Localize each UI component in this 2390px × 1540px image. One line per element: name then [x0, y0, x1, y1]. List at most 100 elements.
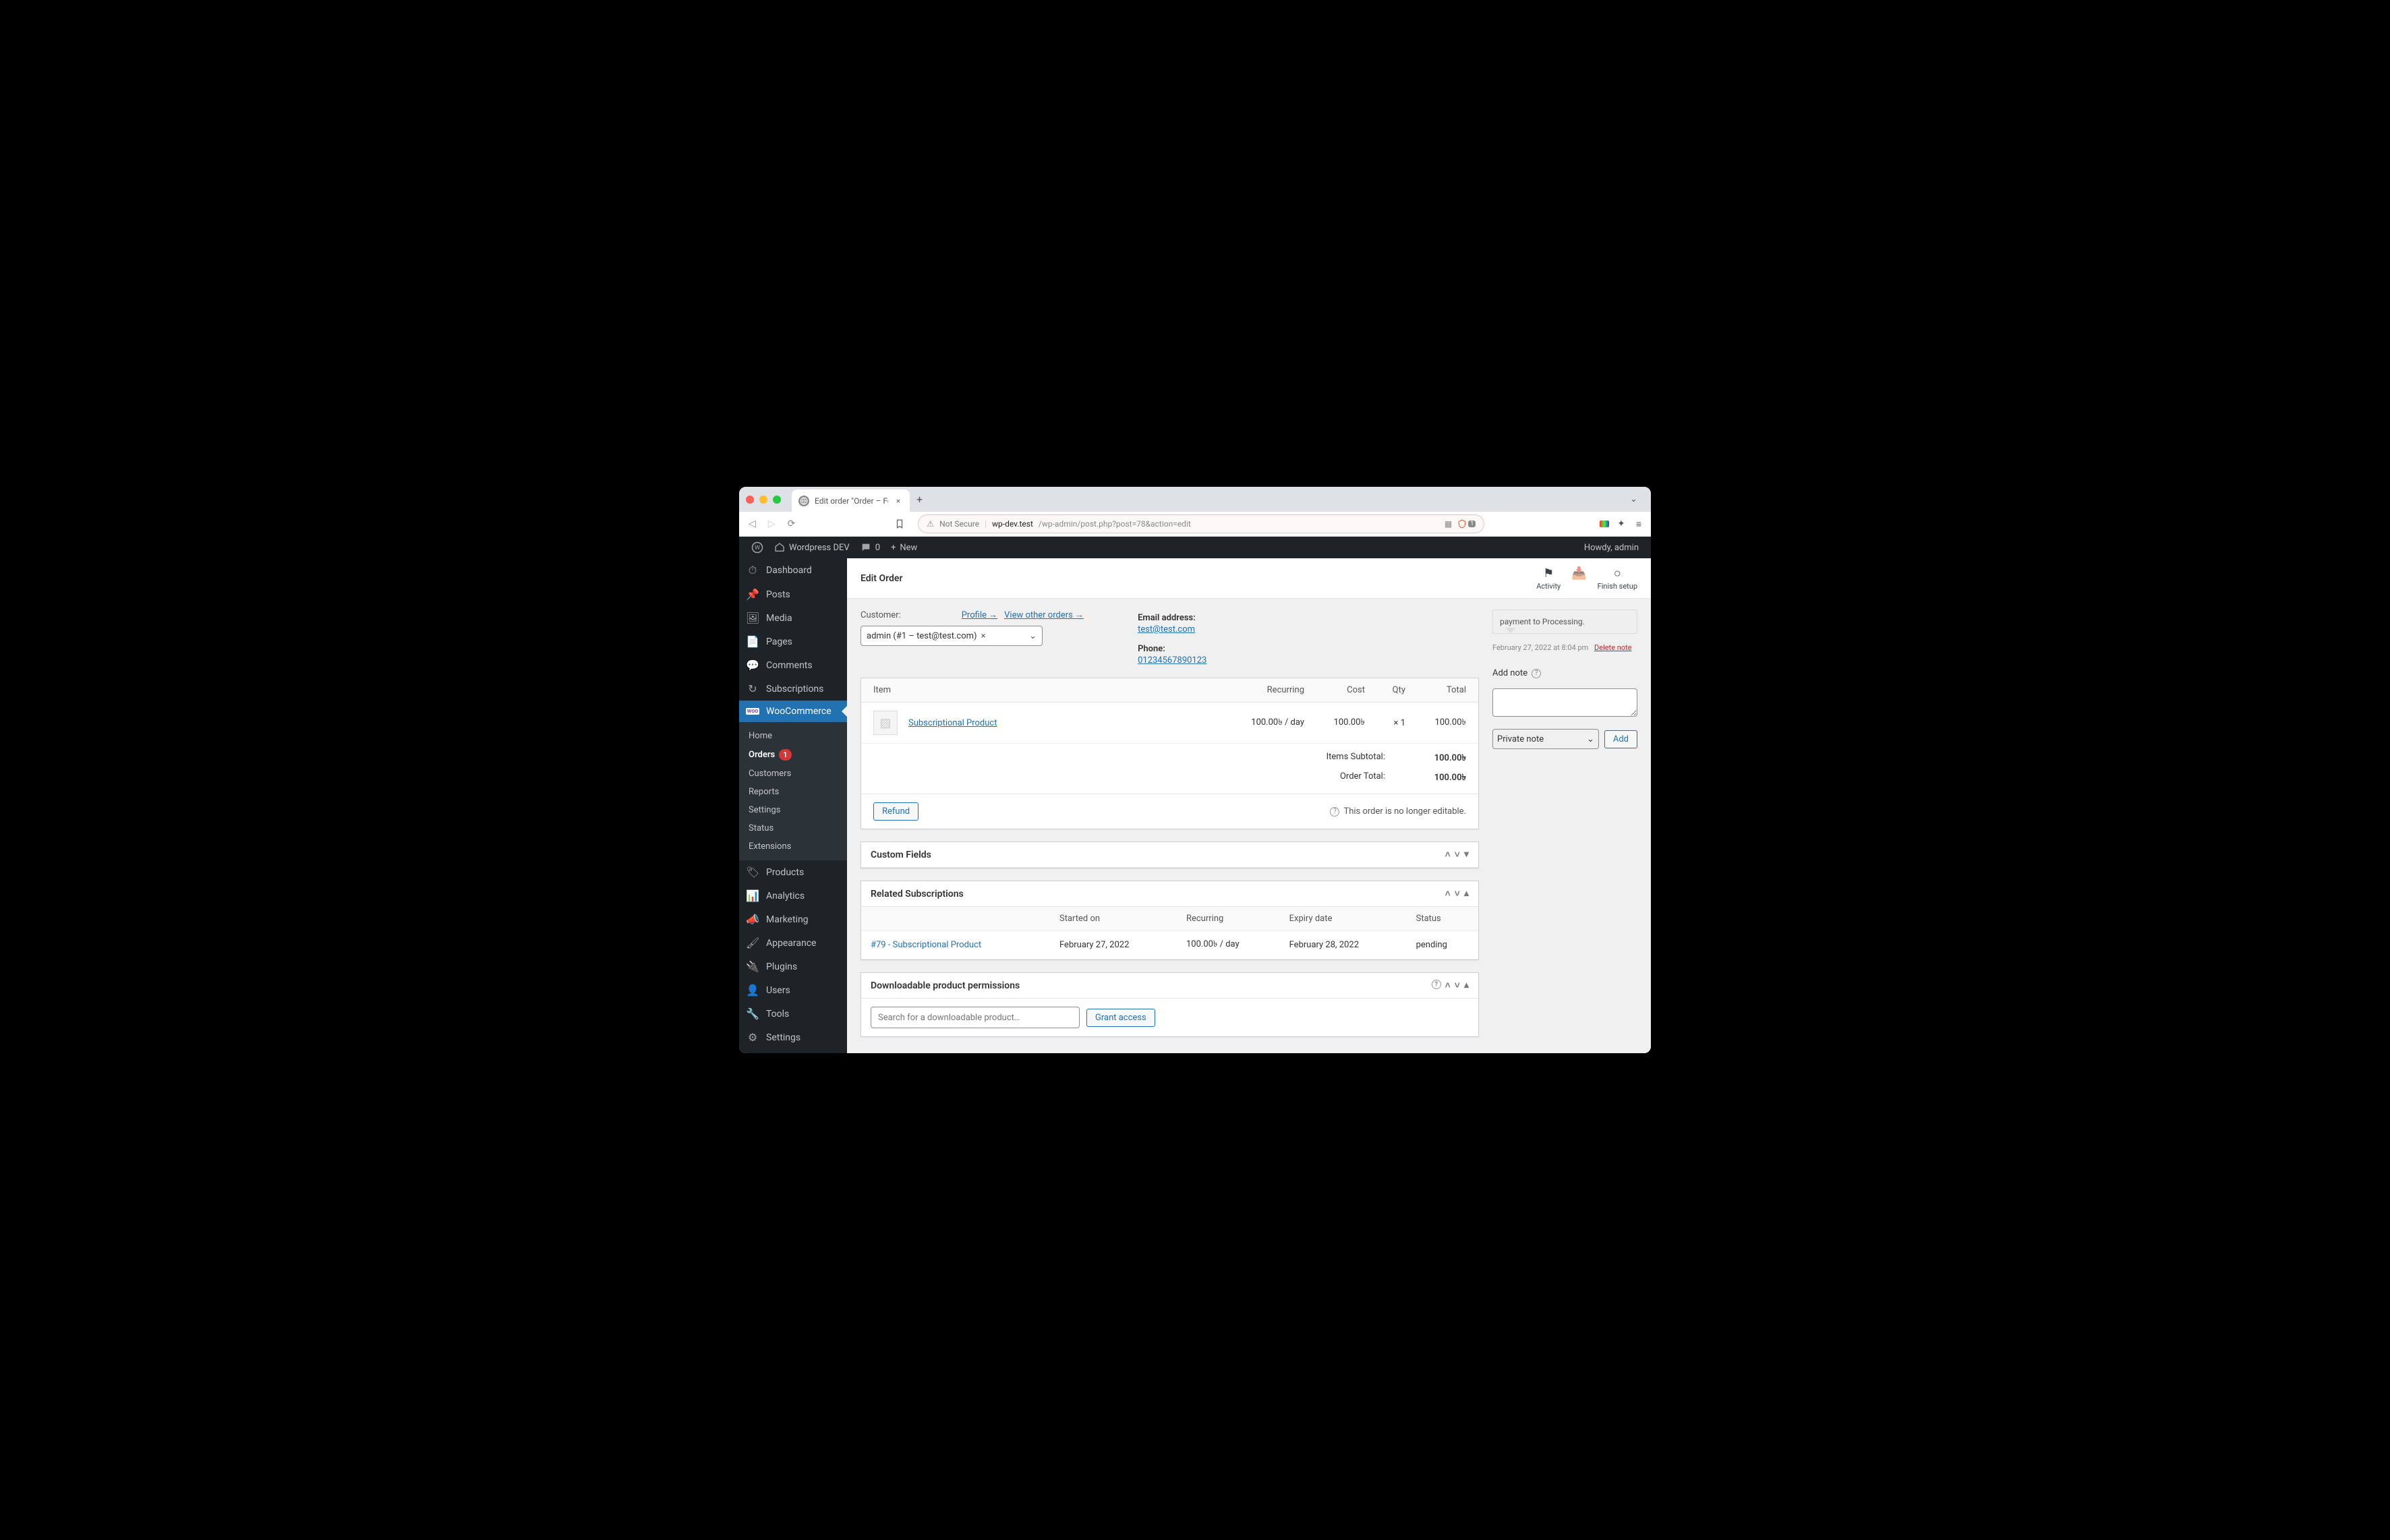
activity-tab[interactable]: ⚑ Activity [1536, 566, 1561, 591]
browser-tab[interactable]: Edit order "Order – February 27 × [792, 490, 910, 512]
finish-setup-tab[interactable]: ○ Finish setup [1598, 566, 1637, 591]
subs-col-status: Status [1407, 907, 1478, 931]
delete-note-link[interactable]: Delete note [1594, 643, 1632, 652]
megaphone-icon: 📣 [746, 913, 759, 926]
panel-toggle-button[interactable]: ▴ [1464, 980, 1469, 991]
note-type-select[interactable]: Private note ⌄ [1492, 729, 1599, 749]
address-bar[interactable]: ⚠ Not Secure | wp-dev.test/wp-admin/post… [918, 514, 1484, 533]
clear-customer-button[interactable]: × [981, 631, 986, 641]
panel-up-button[interactable]: ˄ [1445, 980, 1451, 991]
add-note-label: Add note [1492, 668, 1527, 678]
subtotal-label: Items Subtotal: [1304, 752, 1385, 766]
related-subs-title: Related Subscriptions [871, 889, 964, 899]
back-button[interactable]: ◁ [746, 516, 759, 532]
sidebar-item-products[interactable]: 🏷Products [739, 860, 847, 884]
extension-1-icon[interactable] [1600, 521, 1609, 527]
panel-down-button[interactable]: ˅ [1455, 849, 1460, 860]
sidebar-sub-reports[interactable]: Reports [739, 783, 847, 801]
panel-up-button[interactable]: ˄ [1445, 888, 1451, 899]
sidebar-item-tools[interactable]: 🔧Tools [739, 1002, 847, 1026]
sidebar-item-media[interactable]: 🖼Media [739, 606, 847, 630]
help-icon: ? [1330, 807, 1339, 817]
refund-button[interactable]: Refund [873, 802, 919, 821]
dashboard-icon: ⏱ [746, 564, 759, 577]
subscription-link[interactable]: #79 - Subscriptional Product [871, 940, 981, 950]
tab-list-button[interactable]: ⌄ [1623, 492, 1644, 507]
sidebar-item-pages[interactable]: 📄Pages [739, 630, 847, 653]
sidebar-sub-orders[interactable]: Orders1 [739, 745, 847, 765]
close-window-button[interactable] [746, 496, 754, 504]
help-icon[interactable]: ? [1432, 980, 1441, 989]
customer-phone-link[interactable]: 01234567890123 [1138, 655, 1206, 665]
sidebar-sub-extensions[interactable]: Extensions [739, 837, 847, 856]
wp-logo-button[interactable]: W [746, 537, 769, 558]
profile-link[interactable]: Profile → [962, 610, 997, 620]
sidebar-item-analytics[interactable]: 📊Analytics [739, 884, 847, 908]
brush-icon: 🖌 [746, 937, 759, 949]
sidebar-item-subscriptions[interactable]: ↻Subscriptions [739, 677, 847, 701]
panel-toggle-button[interactable]: ▴ [1464, 888, 1469, 899]
sidebar-sub-settings[interactable]: Settings [739, 801, 847, 819]
sliders-icon: ⚙ [746, 1031, 759, 1044]
custom-fields-panel: Custom Fields ˄ ˅ ▾ [861, 841, 1479, 868]
sidebar-item-plugins[interactable]: 🔌Plugins [739, 955, 847, 978]
sidebar-item-users[interactable]: 👤Users [739, 978, 847, 1002]
order-total-label: Order Total: [1304, 771, 1385, 786]
pin-icon: 📌 [746, 588, 759, 601]
panel-up-button[interactable]: ˄ [1445, 849, 1451, 860]
sidebar-item-settings[interactable]: ⚙Settings [739, 1026, 847, 1049]
sidebar-sub-status[interactable]: Status [739, 819, 847, 837]
sidebar-item-appearance[interactable]: 🖌Appearance [739, 931, 847, 955]
extensions-button[interactable]: ✦ [1616, 519, 1627, 529]
reload-button[interactable]: ⟳ [785, 516, 798, 532]
phone-label: Phone: [1138, 644, 1206, 654]
add-note-textarea[interactable] [1492, 688, 1637, 717]
sidebar-item-marketing[interactable]: 📣Marketing [739, 908, 847, 931]
bookmark-button[interactable] [892, 516, 907, 531]
qr-icon[interactable]: ▦ [1445, 519, 1452, 529]
new-tab-button[interactable]: + [914, 490, 925, 508]
panel-toggle-button[interactable]: ▾ [1464, 849, 1469, 860]
panel-down-button[interactable]: ˅ [1455, 980, 1460, 991]
user-icon: 👤 [746, 984, 759, 997]
browser-menu-button[interactable]: ≡ [1633, 519, 1644, 529]
product-thumbnail[interactable]: ▨ [873, 711, 898, 735]
sidebar-item-posts[interactable]: 📌Posts [739, 583, 847, 606]
maximize-window-button[interactable] [773, 496, 781, 504]
panel-down-button[interactable]: ˅ [1455, 888, 1460, 899]
view-orders-link[interactable]: View other orders → [1004, 610, 1084, 620]
sidebar-sub-home[interactable]: Home [739, 727, 847, 745]
customer-select[interactable]: admin (#1 – test@test.com) × ⌄ [861, 626, 1043, 646]
comments-button[interactable]: 0 [855, 537, 885, 558]
sidebar-collapse-button[interactable]: ◀Collapse menu [739, 1049, 847, 1053]
close-tab-button[interactable]: × [894, 496, 903, 506]
sidebar-item-comments[interactable]: 💬Comments [739, 653, 847, 677]
product-link[interactable]: Subscriptional Product [908, 718, 997, 728]
shield-icon[interactable]: 1 [1457, 519, 1476, 529]
help-icon[interactable]: ? [1532, 669, 1541, 678]
user-greeting[interactable]: Howdy, admin [1579, 537, 1644, 558]
new-button[interactable]: +New [885, 537, 923, 558]
forward-button[interactable]: ▷ [765, 516, 778, 532]
comment-icon: 💬 [746, 659, 759, 672]
chevron-down-icon: ⌄ [1587, 734, 1594, 744]
page-header: Edit Order ⚑ Activity 📥 ○ Finish setup [847, 558, 1651, 599]
order-items-panel: Item Recurring Cost Qty Total ▨ Subscrip… [861, 678, 1479, 829]
add-note-button[interactable]: Add [1604, 730, 1637, 748]
download-search-input[interactable] [871, 1007, 1080, 1028]
minimize-window-button[interactable] [759, 496, 767, 504]
items-col-qty: Qty [1365, 685, 1405, 695]
sidebar-item-woocommerce[interactable]: wooWooCommerce [739, 701, 847, 722]
new-label: New [900, 543, 917, 553]
url-host: wp-dev.test [992, 519, 1033, 529]
grant-access-button[interactable]: Grant access [1086, 1009, 1155, 1027]
order-item-row: ▨ Subscriptional Product 100.00৳ / day 1… [861, 703, 1478, 744]
site-name-button[interactable]: Wordpress DEV [769, 537, 855, 558]
page-title: Edit Order [861, 573, 902, 584]
customer-email-link[interactable]: test@test.com [1138, 624, 1195, 634]
inbox-tab[interactable]: 📥 [1571, 566, 1586, 591]
site-name: Wordpress DEV [789, 543, 850, 553]
sidebar-item-dashboard[interactable]: ⏱Dashboard [739, 558, 847, 583]
items-col-cost: Cost [1304, 685, 1365, 695]
sidebar-sub-customers[interactable]: Customers [739, 765, 847, 783]
